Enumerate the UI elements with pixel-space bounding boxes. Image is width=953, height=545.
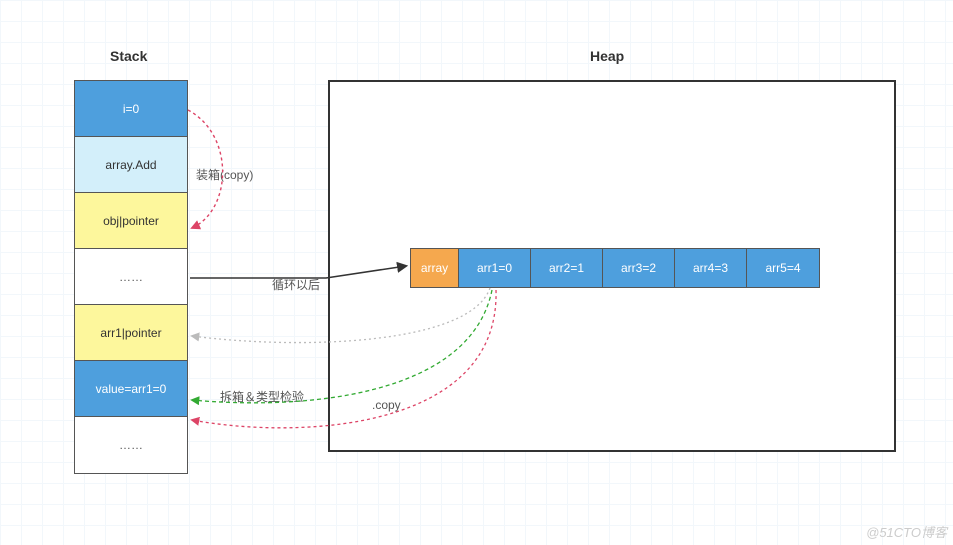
stack-cell-ellipsis2: …… — [75, 417, 187, 473]
stack-cell-objptr: obj|pointer — [75, 193, 187, 249]
heap-array: array arr1=0 arr2=1 arr3=2 arr4=3 arr5=4 — [410, 248, 820, 288]
stack-cell-ellipsis1: …… — [75, 249, 187, 305]
watermark: @51CTO博客 — [866, 522, 947, 541]
label-copy: .copy — [372, 398, 401, 412]
stack-cell-arrayadd: array.Add — [75, 137, 187, 193]
label-afterloop: 循环以后 — [272, 276, 320, 293]
stack-title: Stack — [110, 48, 147, 64]
heap-array-item: arr1=0 — [459, 249, 531, 287]
heap-array-item: arr3=2 — [603, 249, 675, 287]
heap-array-item: arr4=3 — [675, 249, 747, 287]
label-boxing: 装箱(copy) — [196, 166, 253, 183]
stack-cell-value: value=arr1=0 — [75, 361, 187, 417]
stack-cell-i: i=0 — [75, 81, 187, 137]
heap-array-item: arr2=1 — [531, 249, 603, 287]
label-unboxing: 拆箱＆类型检验 — [220, 388, 304, 405]
stack-column: i=0 array.Add obj|pointer …… arr1|pointe… — [74, 80, 188, 474]
heap-array-head: array — [411, 249, 459, 287]
heap-array-item: arr5=4 — [747, 249, 819, 287]
heap-title: Heap — [590, 48, 624, 64]
stack-cell-arr1ptr: arr1|pointer — [75, 305, 187, 361]
